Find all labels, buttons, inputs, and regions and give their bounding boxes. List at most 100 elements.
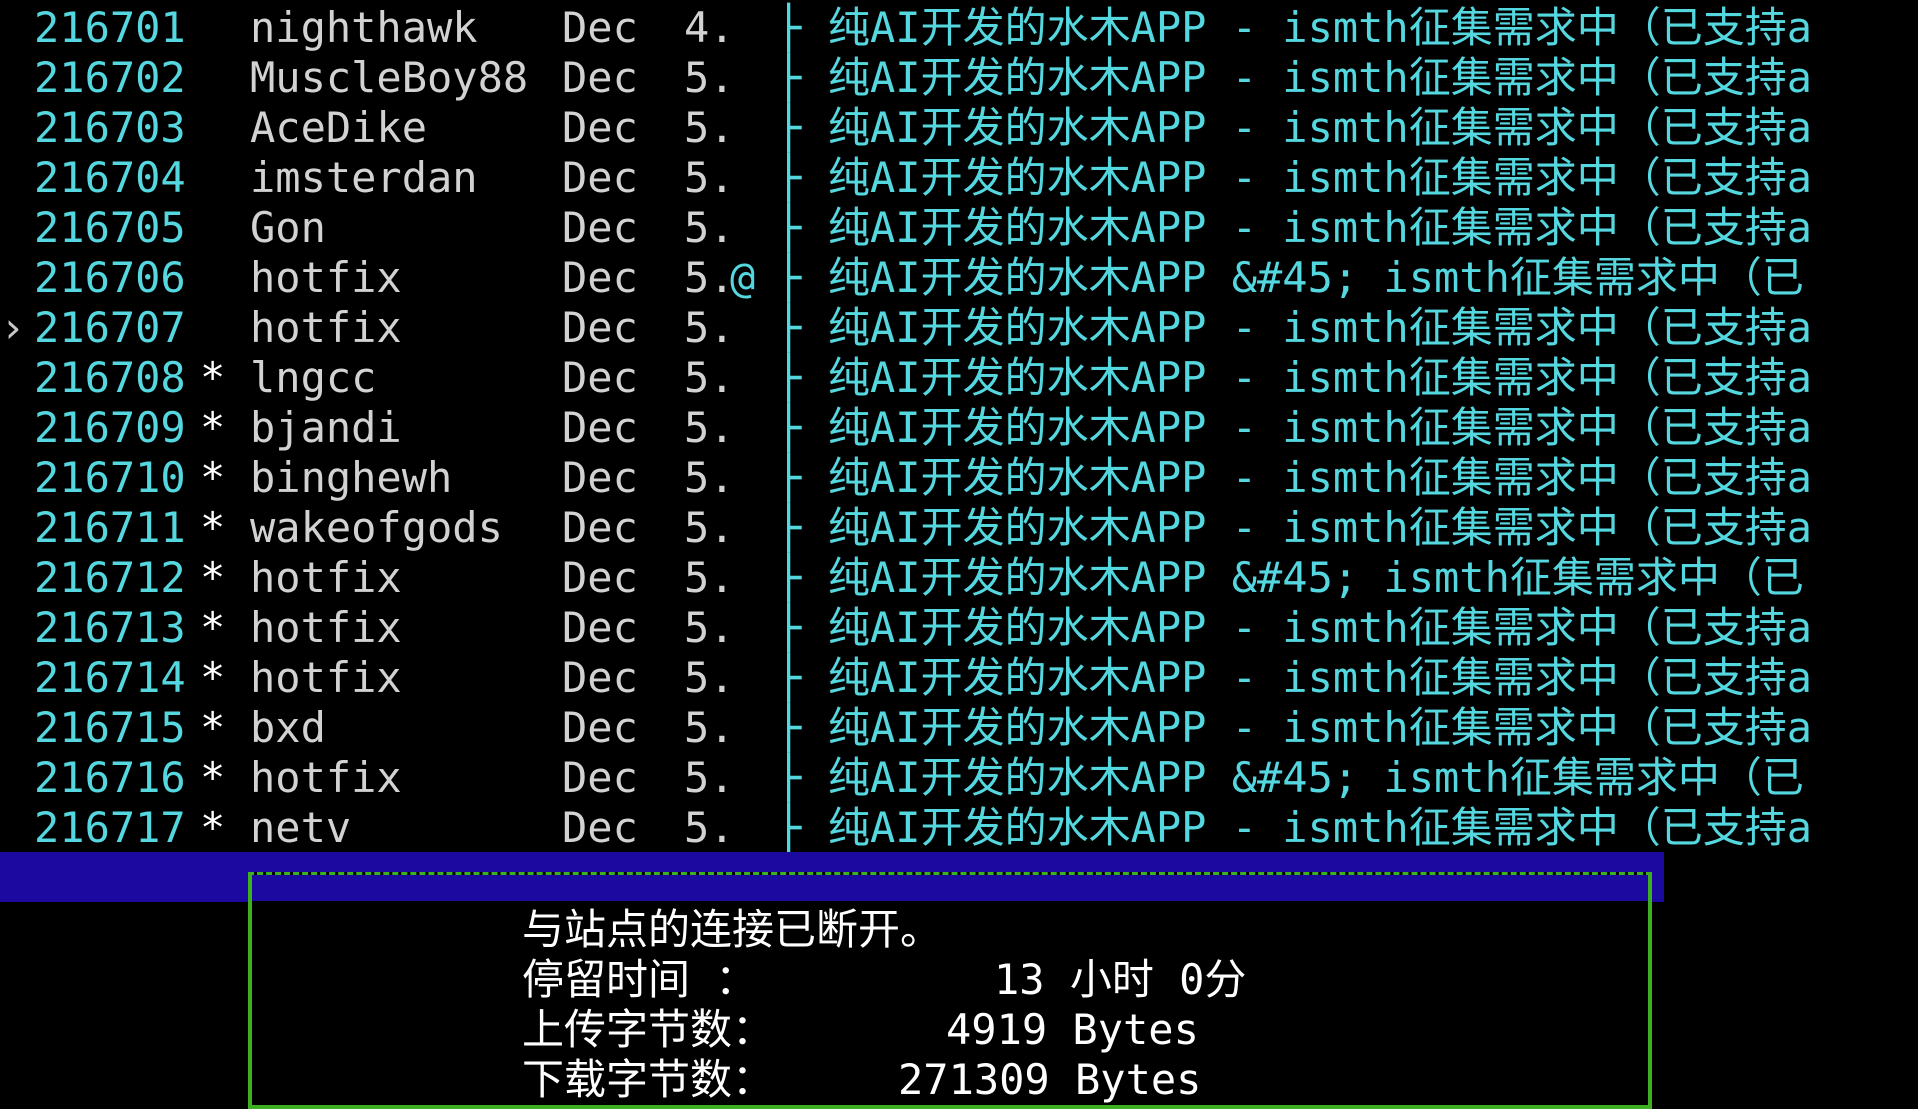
thread-tree-glyph: ├ — [776, 553, 802, 602]
article-month: Dec — [562, 103, 638, 152]
article-title: 纯AI开发的水木APP - ismth征集需求中（已支持a — [828, 103, 1813, 152]
thread-tree-glyph: ├ — [776, 3, 802, 52]
article-mark: * — [200, 353, 226, 402]
dialog-header-bar — [252, 875, 1648, 901]
download-bytes-label: 下载字节数： — [522, 1055, 775, 1104]
article-title: 纯AI开发的水木APP - ismth征集需求中（已支持a — [828, 303, 1813, 352]
article-number: 216711 — [34, 503, 186, 552]
article-mark: * — [200, 753, 226, 802]
article-author: wakeofgods — [250, 503, 503, 552]
article-mark: * — [200, 403, 226, 452]
article-number: 216710 — [34, 453, 186, 502]
article-title: 纯AI开发的水木APP &#45; ismth征集需求中（已 — [828, 553, 1804, 602]
article-title: 纯AI开发的水木APP &#45; ismth征集需求中（已 — [828, 753, 1804, 802]
article-number: 216714 — [34, 653, 186, 702]
article-row[interactable]: 216715 * bxd Dec 5. ├ 纯AI开发的水木APP - ismth征集需求中… — [0, 703, 1918, 753]
article-mark: * — [200, 503, 226, 552]
article-month: Dec — [562, 403, 638, 452]
article-row[interactable]: 216717 * netv Dec 5. ├ 纯AI开发的水木APP - ismth征集需求… — [0, 803, 1918, 853]
article-title: 纯AI开发的水木APP - ismth征集需求中（已支持a — [828, 653, 1813, 702]
article-mark: * — [200, 653, 226, 702]
article-month: Dec — [562, 353, 638, 402]
article-day: 5. — [684, 103, 735, 152]
dialog-message: 与站点的连接已断开。 — [522, 905, 943, 954]
article-author: hotfix — [250, 303, 402, 352]
article-number: 216707 — [34, 303, 186, 352]
article-row[interactable]: 216703 AceDike Dec 5. ├ 纯AI开发的水木APP - ismth征集… — [0, 103, 1918, 153]
article-mark: * — [200, 603, 226, 652]
article-row[interactable]: 216704 imsterdan Dec 5. ├ 纯AI开发的水木APP - ismth… — [0, 153, 1918, 203]
thread-tree-glyph: ├ — [776, 503, 802, 552]
thread-tree-glyph: ├ — [776, 103, 802, 152]
article-row[interactable]: 216714 * hotfix Dec 5. ├ 纯AI开发的水木APP - ismth征集… — [0, 653, 1918, 703]
thread-tree-glyph: ├ — [776, 353, 802, 402]
article-row[interactable]: 216711 * wakeofgods Dec 5. ├ 纯AI开发的水木APP - ism… — [0, 503, 1918, 553]
article-day: 5. — [684, 803, 735, 852]
article-mark: * — [200, 453, 226, 502]
thread-tree-glyph: ├ — [776, 453, 802, 502]
article-month: Dec — [562, 253, 638, 302]
thread-tree-glyph: ├ — [776, 603, 802, 652]
article-day: 5. — [684, 603, 735, 652]
article-title: 纯AI开发的水木APP - ismth征集需求中（已支持a — [828, 53, 1813, 102]
article-row[interactable]: 216709 * bjandi Dec 5. ├ 纯AI开发的水木APP - ismth征集… — [0, 403, 1918, 453]
article-day: 5. — [684, 703, 735, 752]
article-number: 216713 — [34, 603, 186, 652]
article-number: 216706 — [34, 253, 186, 302]
article-author: hotfix — [250, 603, 402, 652]
article-month: Dec — [562, 203, 638, 252]
article-month: Dec — [562, 3, 638, 52]
article-author: AceDike — [250, 103, 428, 152]
article-number: 216701 — [34, 3, 186, 52]
article-month: Dec — [562, 53, 638, 102]
article-month: Dec — [562, 553, 638, 602]
article-row[interactable]: 216716 * hotfix Dec 5. ├ 纯AI开发的水木APP &#45; ism… — [0, 753, 1918, 803]
article-day: 4. — [684, 3, 735, 52]
article-title: 纯AI开发的水木APP - ismth征集需求中（已支持a — [828, 3, 1813, 52]
article-row[interactable]: 216705 Gon Dec 5. ├ 纯AI开发的水木APP - ismth征集需求中（… — [0, 203, 1918, 253]
article-author: Gon — [250, 203, 326, 252]
article-mark: * — [200, 803, 226, 852]
article-row[interactable]: 216701 nighthawk Dec 4. ├ 纯AI开发的水木APP - ismth… — [0, 3, 1918, 53]
thread-tree-glyph: ├ — [776, 203, 802, 252]
article-month: Dec — [562, 653, 638, 702]
article-row[interactable]: 216713 * hotfix Dec 5. ├ 纯AI开发的水木APP - ismth征集… — [0, 603, 1918, 653]
thread-tree-glyph: ├ — [776, 303, 802, 352]
article-author: hotfix — [250, 553, 402, 602]
article-day: 5. — [684, 503, 735, 552]
thread-tree-glyph: ├ — [776, 153, 802, 202]
upload-bytes-label: 上传字节数： — [522, 1005, 775, 1054]
thread-tree-glyph: ├ — [776, 253, 802, 302]
article-month: Dec — [562, 803, 638, 852]
article-row[interactable]: 216708 * lngcc Dec 5. ├ 纯AI开发的水木APP - ismth征集需… — [0, 353, 1918, 403]
article-day: 5. — [684, 753, 735, 802]
article-row[interactable]: 216712 * hotfix Dec 5. ├ 纯AI开发的水木APP &#45; ism… — [0, 553, 1918, 603]
article-author: hotfix — [250, 753, 402, 802]
article-number: 216709 — [34, 403, 186, 452]
article-author: binghewh — [250, 453, 453, 502]
article-mark: * — [200, 553, 226, 602]
article-day: 5. — [684, 403, 735, 452]
upload-bytes-value: 4919 Bytes — [946, 1005, 1199, 1054]
article-day: 5. — [684, 253, 735, 302]
thread-tree-glyph: ├ — [776, 403, 802, 452]
article-author: nighthawk — [250, 3, 478, 52]
row-cursor-marker: › — [0, 303, 26, 352]
article-month: Dec — [562, 703, 638, 752]
article-author: hotfix — [250, 253, 402, 302]
article-row[interactable]: › 216707 hotfix Dec 5. ├ 纯AI开发的水木APP - ismth征集… — [0, 303, 1918, 353]
article-number: 216716 — [34, 753, 186, 802]
article-number: 216715 — [34, 703, 186, 752]
article-day: 5. — [684, 303, 735, 352]
article-title: 纯AI开发的水木APP - ismth征集需求中（已支持a — [828, 403, 1813, 452]
article-row[interactable]: 216702 MuscleBoy88 Dec 5. ├ 纯AI开发的水木APP - ism… — [0, 53, 1918, 103]
article-month: Dec — [562, 453, 638, 502]
article-row[interactable]: 216706 hotfix Dec 5. @ ├ 纯AI开发的水木APP &#45; ism… — [0, 253, 1918, 303]
article-day: 5. — [684, 203, 735, 252]
article-row[interactable]: 216710 * binghewh Dec 5. ├ 纯AI开发的水木APP - ismth… — [0, 453, 1918, 503]
article-number: 216712 — [34, 553, 186, 602]
article-title: 纯AI开发的水木APP - ismth征集需求中（已支持a — [828, 353, 1813, 402]
article-author: hotfix — [250, 653, 402, 702]
stay-time-label: 停留时间 ： — [522, 955, 758, 1004]
article-number: 216705 — [34, 203, 186, 252]
